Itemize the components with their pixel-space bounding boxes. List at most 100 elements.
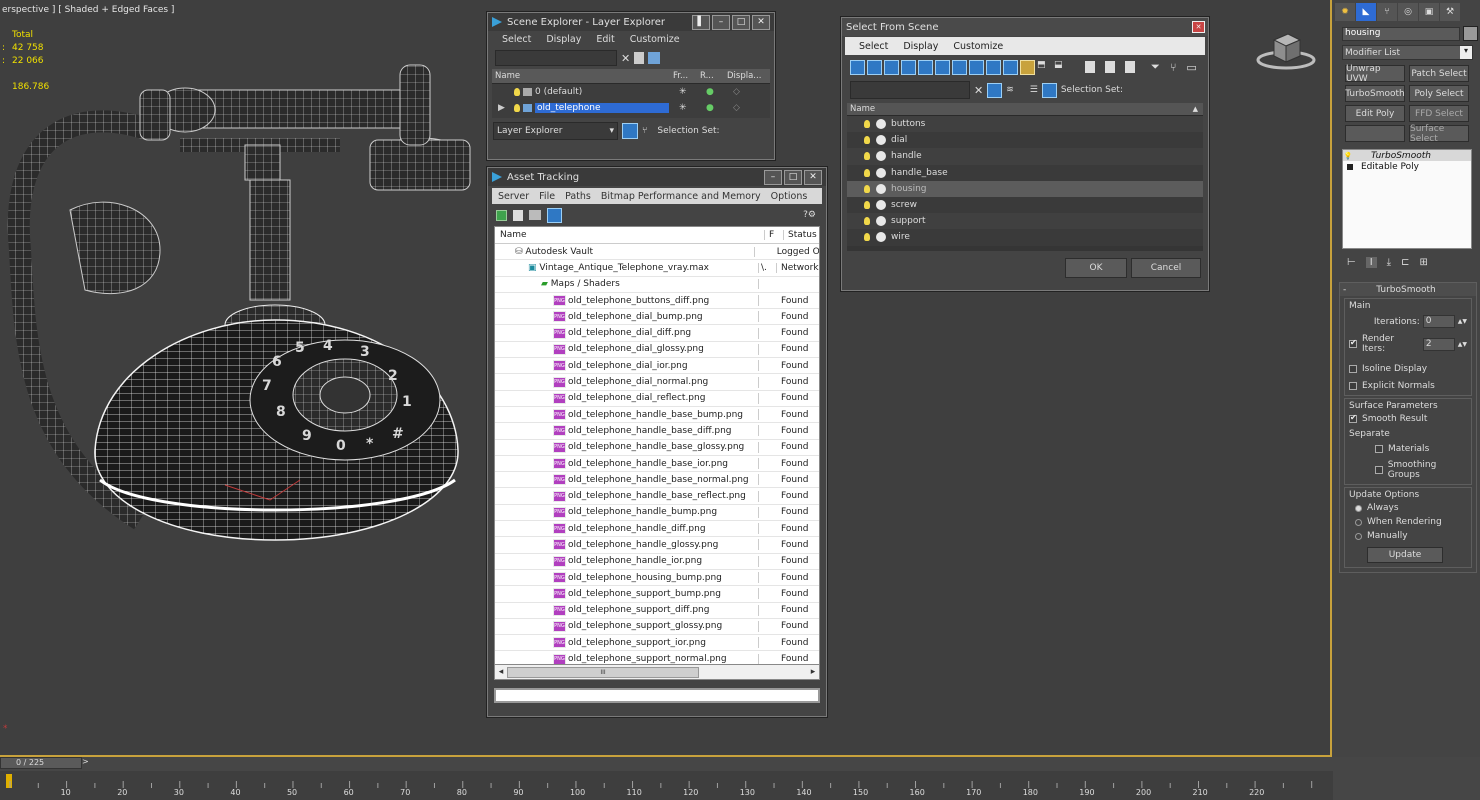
layers-icon[interactable]: ≋ bbox=[1006, 85, 1014, 95]
table-row[interactable]: PNG old_telephone_handle_base_ior.png Foun… bbox=[495, 456, 819, 473]
surface-select-button[interactable]: Surface Select bbox=[1409, 124, 1469, 144]
object-row[interactable]: handle bbox=[847, 148, 1203, 165]
path-field[interactable] bbox=[494, 688, 820, 703]
motion-tab-icon[interactable]: ◎ bbox=[1398, 3, 1418, 21]
light-bulb-icon[interactable] bbox=[864, 120, 870, 129]
layer-row[interactable]: 0 (default) ✳ ● ◇ bbox=[492, 84, 770, 100]
hierarchy-icon[interactable]: ⑂ bbox=[642, 126, 647, 136]
turbosmooth-button[interactable]: TurboSmooth bbox=[1345, 85, 1405, 102]
viewcube-icon[interactable] bbox=[1254, 28, 1318, 74]
menu-select[interactable]: Select bbox=[502, 34, 531, 45]
light-bulb-icon[interactable] bbox=[864, 152, 870, 161]
menu-display[interactable]: Display bbox=[546, 34, 581, 45]
layers-icon[interactable] bbox=[648, 52, 661, 64]
isoline-checkbox[interactable] bbox=[1349, 365, 1357, 373]
light-bulb-icon[interactable] bbox=[864, 168, 870, 177]
object-row[interactable]: dial bbox=[847, 132, 1203, 149]
asset-tracking-window[interactable]: Asset Tracking – □ ✕ Server File Paths B… bbox=[487, 167, 827, 717]
layer-name[interactable]: 0 (default) bbox=[535, 87, 679, 97]
table-row[interactable]: PNG old_telephone_support_normal.png Found bbox=[495, 651, 819, 664]
create-tab-icon[interactable]: ✹ bbox=[1335, 3, 1355, 21]
layer-explorer-window[interactable]: Scene Explorer - Layer Explorer ▌ – □ ✕ … bbox=[487, 12, 775, 160]
thumbnail-view-icon[interactable] bbox=[529, 210, 541, 220]
filter-helpers-icon[interactable] bbox=[918, 59, 933, 75]
minimize-button[interactable]: – bbox=[712, 14, 730, 30]
scroll-right-icon[interactable]: ▸ bbox=[807, 667, 819, 677]
smoothing-groups-checkbox[interactable] bbox=[1375, 466, 1383, 474]
table-row[interactable]: PNG old_telephone_support_diff.png Found bbox=[495, 603, 819, 619]
filter-containers-icon[interactable] bbox=[1003, 59, 1018, 75]
menu-file[interactable]: File bbox=[539, 191, 555, 202]
filter-funnel-icon[interactable]: ⏷ bbox=[1151, 60, 1160, 74]
minimize-button[interactable]: – bbox=[764, 169, 782, 185]
table-row[interactable]: PNG old_telephone_buttons_diff.png Found bbox=[495, 293, 819, 310]
iterations-spinner[interactable]: 0 bbox=[1422, 315, 1455, 328]
object-color-swatch[interactable] bbox=[1463, 26, 1478, 41]
menu-edit[interactable]: Edit bbox=[596, 34, 614, 45]
display-tab-icon[interactable]: ▣ bbox=[1419, 3, 1439, 21]
light-bulb-icon[interactable] bbox=[864, 136, 870, 145]
menu-options[interactable]: Options bbox=[771, 191, 808, 202]
table-row[interactable]: ⛁ Autodesk Vault Logged O bbox=[495, 244, 819, 261]
col-render[interactable]: R... bbox=[700, 71, 727, 81]
layer-row[interactable]: ▶ old_telephone ✳ ● ◇ bbox=[492, 100, 770, 116]
select-all-icon[interactable] bbox=[1085, 61, 1095, 73]
render-teapot-icon[interactable]: ● bbox=[706, 103, 733, 113]
select-from-scene-window[interactable]: Select From Scene ✕ Select Display Custo… bbox=[841, 17, 1209, 291]
next-frame-button[interactable]: > bbox=[82, 757, 92, 769]
empty-modifier-button[interactable] bbox=[1345, 125, 1405, 142]
filter-bones-icon[interactable] bbox=[986, 59, 1001, 75]
close-button[interactable]: ✕ bbox=[1192, 21, 1205, 33]
hierarchy-tab-icon[interactable]: ⑂ bbox=[1377, 3, 1397, 21]
table-row[interactable]: PNG old_telephone_handle_diff.png Found bbox=[495, 521, 819, 538]
render-iters-spinner[interactable]: 2 bbox=[1422, 337, 1455, 351]
close-button[interactable]: ✕ bbox=[752, 14, 770, 30]
menu-customize[interactable]: Customize bbox=[953, 41, 1003, 52]
edit-poly-button[interactable]: Edit Poly bbox=[1345, 105, 1405, 122]
modifier-list-dropdown[interactable]: Modifier List ▾ bbox=[1342, 45, 1473, 60]
layer-name-selected[interactable]: old_telephone bbox=[535, 103, 669, 113]
render-iters-checkbox[interactable] bbox=[1349, 340, 1357, 348]
col-freeze[interactable]: Fr... bbox=[673, 71, 700, 81]
pin-stack-icon[interactable]: ⊢ bbox=[1347, 257, 1356, 268]
table-row[interactable]: PNG old_telephone_handle_glossy.png Found bbox=[495, 537, 819, 554]
filter-spacewarps-icon[interactable] bbox=[935, 59, 950, 75]
filter-xrefs-icon[interactable] bbox=[969, 59, 984, 75]
ok-button[interactable]: OK bbox=[1065, 258, 1127, 278]
menu-customize[interactable]: Customize bbox=[630, 34, 680, 45]
table-row[interactable]: PNG old_telephone_dial_normal.png Found bbox=[495, 374, 819, 391]
render-teapot-icon[interactable]: ● bbox=[706, 87, 733, 97]
find-icon[interactable] bbox=[634, 52, 645, 64]
light-bulb-icon[interactable] bbox=[864, 201, 870, 210]
light-bulb-icon[interactable] bbox=[514, 88, 520, 96]
object-row[interactable]: handle_base bbox=[847, 164, 1203, 181]
smooth-result-checkbox[interactable] bbox=[1349, 415, 1357, 423]
filter-groups-icon[interactable] bbox=[952, 59, 967, 75]
col-name[interactable]: Name bbox=[492, 71, 673, 81]
filter-all-icon[interactable]: ⬓ bbox=[1054, 60, 1069, 75]
menu-select[interactable]: Select bbox=[859, 41, 888, 52]
filter-frozen-icon[interactable] bbox=[1020, 59, 1035, 75]
make-unique-icon[interactable]: ⤓ bbox=[1387, 257, 1391, 268]
always-radio[interactable] bbox=[1355, 504, 1362, 512]
patch-select-button[interactable]: Patch Select bbox=[1409, 65, 1469, 82]
table-row[interactable]: PNG old_telephone_handle_base_bump.png Fou… bbox=[495, 407, 819, 424]
table-row[interactable]: PNG old_telephone_dial_glossy.png Found bbox=[495, 342, 819, 359]
telephone-model[interactable]: 65 4 3 21 789 0 * # bbox=[0, 50, 500, 550]
spinner-arrows-icon[interactable]: ▲▼ bbox=[1458, 341, 1467, 348]
close-button[interactable]: ✕ bbox=[804, 169, 822, 185]
layer-search-input[interactable] bbox=[495, 50, 617, 66]
table-row[interactable]: PNG old_telephone_dial_reflect.png Found bbox=[495, 391, 819, 407]
sort-layer-icon[interactable]: ☰ bbox=[1030, 85, 1038, 95]
table-row[interactable]: PNG old_telephone_handle_base_normal.png F… bbox=[495, 472, 819, 489]
modify-tab-icon[interactable]: ◣ bbox=[1356, 3, 1376, 21]
sort-hierarchy-icon[interactable] bbox=[1041, 82, 1057, 98]
object-list[interactable]: Name ▲ buttons dial handle handle_base housi… bbox=[847, 103, 1203, 251]
light-bulb-icon[interactable] bbox=[514, 104, 520, 112]
time-slider[interactable]: 0 / 225 bbox=[0, 757, 82, 769]
light-bulb-icon[interactable]: 💡 bbox=[1343, 152, 1353, 160]
maximize-button[interactable]: □ bbox=[784, 169, 802, 185]
expand-arrow-icon[interactable]: ▶ bbox=[492, 103, 510, 113]
track-bar[interactable]: 10 20 30 40 50 60 70 80 90 100 110 120 130 140 150 160 1… bbox=[0, 771, 1333, 800]
light-bulb-icon[interactable] bbox=[864, 217, 870, 226]
